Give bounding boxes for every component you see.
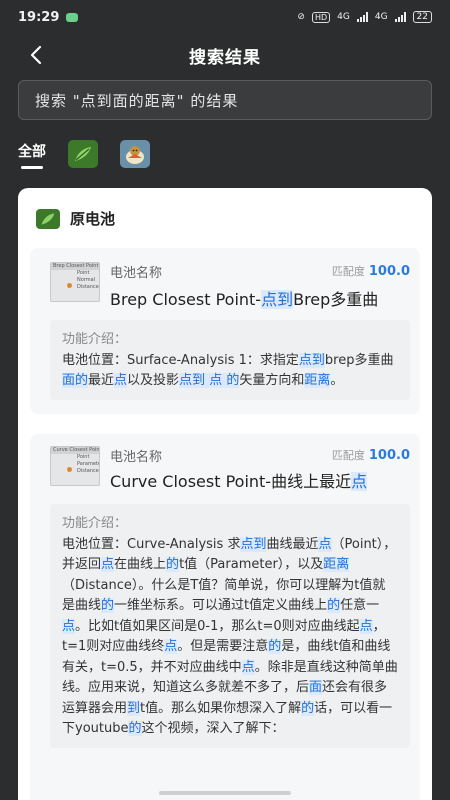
match-score: 匹配度 100.0: [331, 264, 410, 279]
network-4g-label-1: 4G: [337, 12, 350, 22]
message-notification-icon: [66, 12, 79, 22]
nav-bar: 搜索结果: [0, 34, 450, 76]
home-indicator[interactable]: [159, 791, 291, 795]
group-header: 原电池: [36, 208, 115, 229]
group-name: 原电池: [70, 210, 116, 228]
signal-bars-icon-2: [394, 12, 406, 22]
hd-badge: HD: [311, 11, 331, 23]
no-sim-icon: ⊘: [297, 12, 305, 22]
filter-tabs: 全部: [18, 134, 150, 174]
description-text: 电池位置：Surface-Analysis 1：求指定点到brep多重曲面的最近…: [62, 352, 394, 388]
component-description: 功能介绍： 电池位置：Surface-Analysis 1：求指定点到brep多…: [50, 320, 410, 400]
component-name-label: 电池名称: [110, 450, 163, 465]
status-time: 19:29: [18, 9, 60, 25]
network-4g-label-2: 4G: [374, 12, 388, 22]
battery-icon: 22: [412, 11, 432, 23]
signal-bars-icon: [356, 12, 368, 22]
search-query-text: 搜索 "点到面的距离" 的结果: [35, 91, 239, 110]
result-card[interactable]: Brep Closest Point Point Normal Distance…: [30, 248, 420, 414]
component-name: Curve Closest Point-曲线上最近点: [110, 472, 368, 491]
tab-ladybug[interactable]: [120, 140, 150, 168]
status-indicators: ⊘ HD 4G 4G 22: [297, 11, 432, 23]
component-thumbnail: Brep Closest Point Point Normal Distance: [50, 262, 100, 302]
match-score: 匹配度 100.0: [331, 448, 410, 463]
component-name: Brep Closest Point-点到Brep多重曲: [110, 290, 379, 309]
result-card[interactable]: Curve Closest Point Point Parameter Dist…: [30, 434, 420, 800]
tab-grasshopper[interactable]: [68, 140, 98, 168]
ladybug-chick-icon: [126, 146, 144, 164]
grasshopper-logo-icon: [36, 208, 60, 229]
search-query-box[interactable]: 搜索 "点到面的距离" 的结果: [18, 80, 432, 120]
tab-all[interactable]: 全部: [18, 141, 46, 169]
back-arrow-icon[interactable]: [26, 44, 48, 66]
page-title: 搜索结果: [189, 47, 261, 68]
results-panel: 原电池 Brep Closest Point Point Normal Dist…: [18, 188, 432, 800]
component-thumbnail: Curve Closest Point Point Parameter Dist…: [50, 446, 100, 486]
component-name-label: 电池名称: [110, 266, 163, 281]
grasshopper-leaf-icon: [75, 147, 91, 161]
status-bar: 19:29 ⊘ HD 4G 4G 22: [0, 0, 450, 34]
description-text: 电池位置：Curve-Analysis 求点到曲线最近点（Point），并返回点…: [62, 536, 398, 736]
component-description: 功能介绍： 电池位置：Curve-Analysis 求点到曲线最近点（Point…: [50, 504, 410, 748]
